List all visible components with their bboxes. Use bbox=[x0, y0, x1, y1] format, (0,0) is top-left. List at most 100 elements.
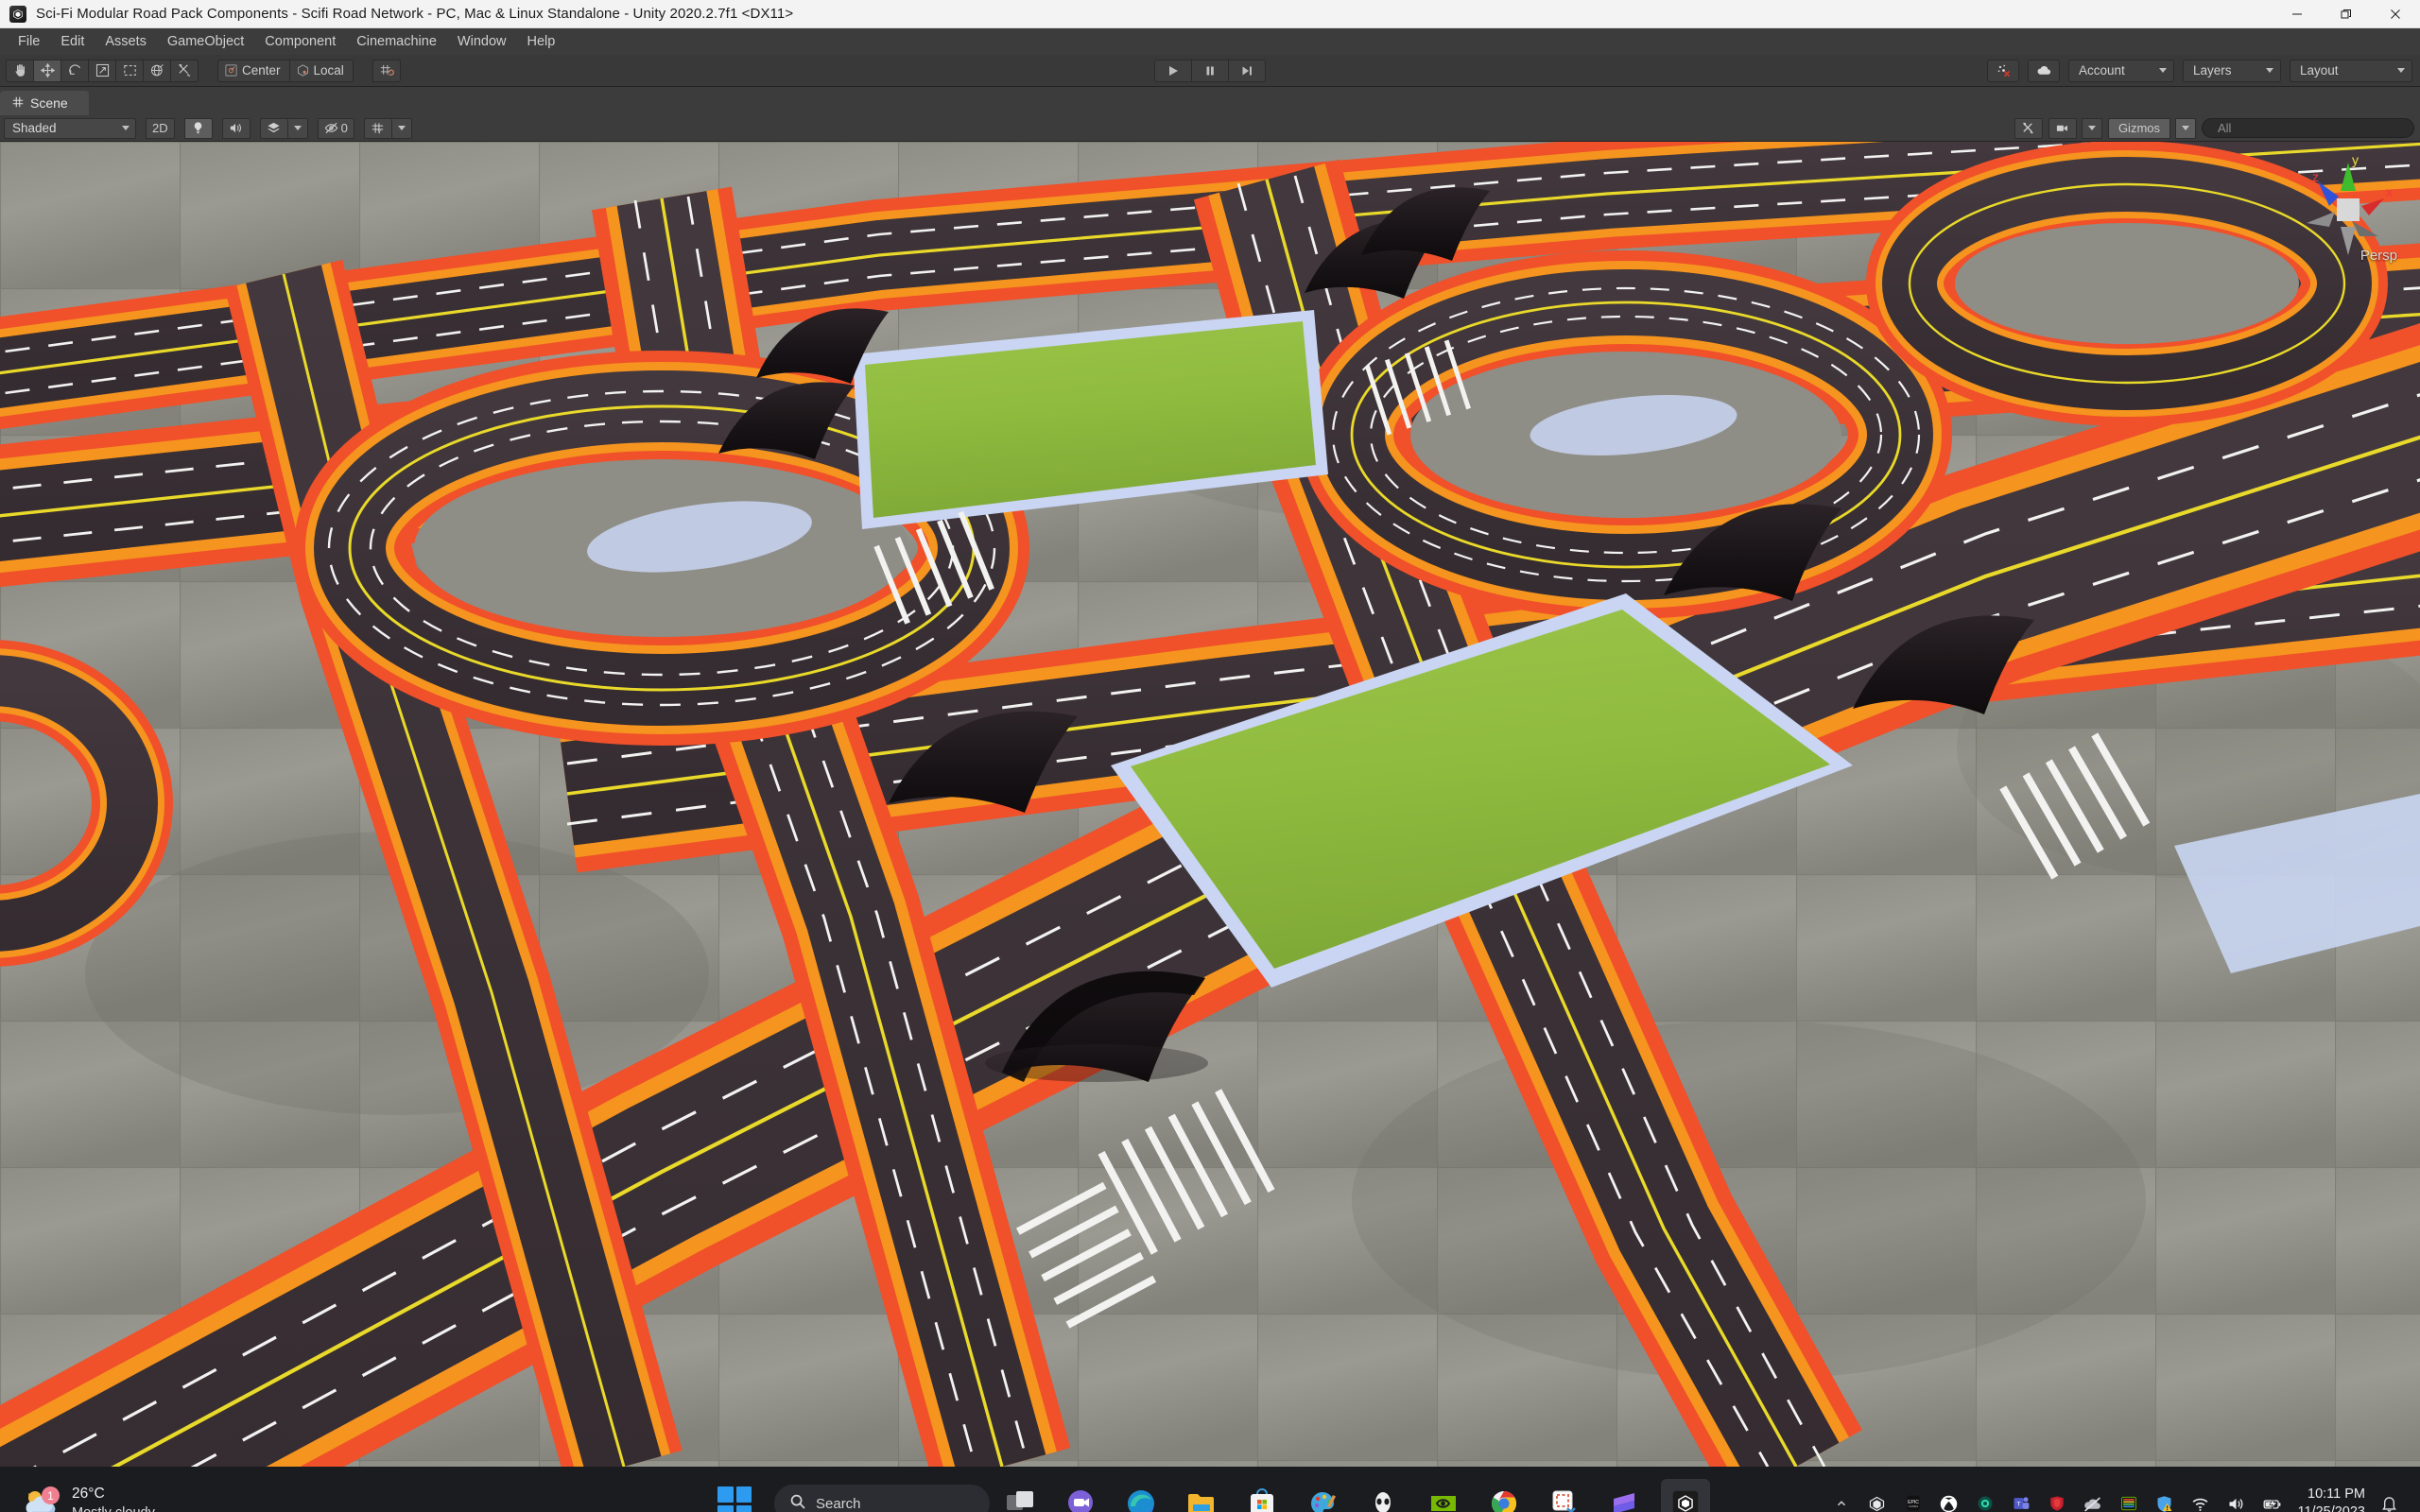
notification-bell-icon[interactable] bbox=[2375, 1489, 2403, 1512]
rgb-lighting-tray-icon[interactable] bbox=[2115, 1489, 2143, 1512]
projection-label[interactable]: Persp bbox=[2360, 248, 2397, 264]
scene-search-text: All bbox=[2218, 121, 2232, 135]
play-button[interactable] bbox=[1154, 59, 1192, 82]
scene-render bbox=[0, 142, 2420, 1467]
scene-grid-toggle[interactable]: Y bbox=[363, 117, 392, 139]
svg-text:T: T bbox=[2016, 1502, 2020, 1508]
menu-window[interactable]: Window bbox=[447, 31, 517, 52]
unity-hub-tray-icon[interactable] bbox=[1863, 1489, 1892, 1512]
scene-audio-toggle[interactable] bbox=[221, 117, 251, 139]
toolbar-right-group: Account Layers Layout bbox=[1987, 59, 2412, 82]
scene-visibility-toggle[interactable]: 0 bbox=[317, 117, 354, 139]
search-icon bbox=[789, 1493, 806, 1512]
volume-tray-icon[interactable] bbox=[2222, 1489, 2251, 1512]
gizmos-button[interactable]: Gizmos bbox=[2107, 117, 2170, 139]
chevron-down-icon bbox=[2397, 68, 2405, 73]
toggle-2d-button[interactable]: 2D bbox=[146, 117, 175, 139]
scene-tools-icon bbox=[2023, 122, 2034, 134]
epic-games-tray-icon[interactable]: EPIC GAMES bbox=[1899, 1489, 1927, 1512]
teams-tray-icon[interactable]: T bbox=[2007, 1489, 2035, 1512]
custom-tool-button[interactable] bbox=[170, 59, 199, 82]
microsoft-store-icon[interactable] bbox=[1237, 1479, 1287, 1512]
menu-gameobject[interactable]: GameObject bbox=[157, 31, 254, 52]
pause-button[interactable] bbox=[1191, 59, 1229, 82]
main-toolbar: Center Local Account Layers Layout bbox=[0, 55, 2420, 87]
step-button[interactable] bbox=[1228, 59, 1266, 82]
nvidia-icon[interactable] bbox=[1419, 1479, 1468, 1512]
grid-visibility-icon: Y bbox=[372, 123, 384, 135]
wifi-tray-icon[interactable] bbox=[2187, 1489, 2215, 1512]
scene-tab-label: Scene bbox=[30, 95, 68, 111]
task-view-icon[interactable] bbox=[995, 1479, 1045, 1512]
draw-mode-label: Shaded bbox=[12, 121, 57, 135]
start-button[interactable] bbox=[710, 1479, 759, 1512]
file-explorer-icon[interactable] bbox=[1177, 1479, 1226, 1512]
scene-grid-dropdown[interactable] bbox=[390, 117, 412, 139]
tray-expand-icon[interactable] bbox=[1827, 1489, 1856, 1512]
alienware-command-center-icon[interactable] bbox=[1358, 1479, 1408, 1512]
layers-dropdown[interactable]: Layers bbox=[2183, 59, 2281, 82]
cloud-icon[interactable] bbox=[2028, 59, 2060, 82]
scene-fx-dropdown[interactable] bbox=[286, 117, 308, 139]
pivot-mode-button[interactable]: Center bbox=[217, 59, 290, 82]
move-tool-button[interactable] bbox=[33, 59, 61, 82]
taskbar-clock[interactable]: 10:11 PM 11/25/2023 bbox=[2298, 1486, 2366, 1512]
paint-icon[interactable] bbox=[1298, 1479, 1347, 1512]
microsoft-edge-icon[interactable] bbox=[1116, 1479, 1166, 1512]
menu-component[interactable]: Component bbox=[254, 31, 346, 52]
rect-tool-button[interactable] bbox=[115, 59, 144, 82]
taskbar-search-label: Search bbox=[816, 1495, 861, 1512]
scene-fx-toggle[interactable] bbox=[259, 117, 288, 139]
menu-cinemachine[interactable]: Cinemachine bbox=[346, 31, 447, 52]
gizmo-x-label: x bbox=[2386, 184, 2393, 199]
grid-snap-button[interactable] bbox=[372, 59, 401, 82]
scene-toolbar: Shaded 2D 0 Y Gizmos All bbox=[0, 115, 2420, 146]
rotate-tool-button[interactable] bbox=[60, 59, 89, 82]
scene-camera-icon bbox=[2057, 125, 2068, 131]
transform-tool-button[interactable] bbox=[143, 59, 171, 82]
scene-search-field[interactable]: All bbox=[2202, 118, 2414, 146]
unity-editor-icon[interactable] bbox=[1661, 1479, 1710, 1512]
scene-lighting-toggle[interactable] bbox=[183, 117, 213, 139]
minimize-button[interactable] bbox=[2273, 0, 2322, 28]
scene-tab-bar: Scene bbox=[0, 87, 2420, 115]
chevron-down-icon bbox=[293, 126, 302, 130]
gizmos-dropdown[interactable] bbox=[2175, 117, 2196, 139]
layout-dropdown[interactable]: Layout bbox=[2290, 59, 2412, 82]
maximize-button[interactable] bbox=[2322, 0, 2371, 28]
account-label: Account bbox=[2079, 63, 2125, 77]
pivot-rotation-button[interactable]: Local bbox=[288, 59, 354, 82]
weather-widget[interactable]: 1 26°C Mostly cloudy bbox=[21, 1485, 155, 1512]
microsoft-teams-icon[interactable] bbox=[1056, 1479, 1105, 1512]
draw-mode-dropdown[interactable]: Shaded bbox=[4, 117, 136, 139]
menu-file[interactable]: File bbox=[8, 31, 50, 52]
menu-edit[interactable]: Edit bbox=[50, 31, 95, 52]
menu-assets[interactable]: Assets bbox=[95, 31, 157, 52]
clipchamp-icon[interactable] bbox=[1600, 1479, 1650, 1512]
mcafee-tray-icon[interactable] bbox=[2043, 1489, 2071, 1512]
tab-scene[interactable]: Scene bbox=[0, 91, 89, 115]
close-button[interactable] bbox=[2371, 0, 2420, 28]
google-chrome-icon[interactable] bbox=[1479, 1479, 1529, 1512]
audio-icon bbox=[231, 123, 242, 133]
taskbar-search-box[interactable]: Search bbox=[774, 1485, 990, 1512]
collab-icon[interactable] bbox=[1987, 59, 2019, 82]
transform-tools-group bbox=[6, 59, 199, 82]
scene-camera-button[interactable] bbox=[2048, 117, 2077, 139]
scene-tools-button[interactable] bbox=[2014, 117, 2043, 139]
battery-tray-icon[interactable] bbox=[2258, 1489, 2287, 1512]
xbox-tray-icon[interactable] bbox=[1935, 1489, 1963, 1512]
menu-help[interactable]: Help bbox=[516, 31, 565, 52]
onedrive-offline-tray-icon[interactable] bbox=[2079, 1489, 2107, 1512]
snipping-tool-icon[interactable] bbox=[1540, 1479, 1589, 1512]
unity-icon bbox=[9, 5, 26, 23]
scene-camera-dropdown[interactable] bbox=[2081, 117, 2102, 139]
hand-tool-button[interactable] bbox=[6, 59, 34, 82]
svg-text:Y: Y bbox=[378, 130, 382, 135]
scene-viewport[interactable]: y z x Persp bbox=[0, 142, 2420, 1467]
account-dropdown[interactable]: Account bbox=[2068, 59, 2174, 82]
playback-controls bbox=[1154, 59, 1266, 82]
scale-tool-button[interactable] bbox=[88, 59, 116, 82]
windows-security-warning-tray-icon[interactable] bbox=[2151, 1489, 2179, 1512]
green-orb-tray-icon[interactable] bbox=[1971, 1489, 1999, 1512]
